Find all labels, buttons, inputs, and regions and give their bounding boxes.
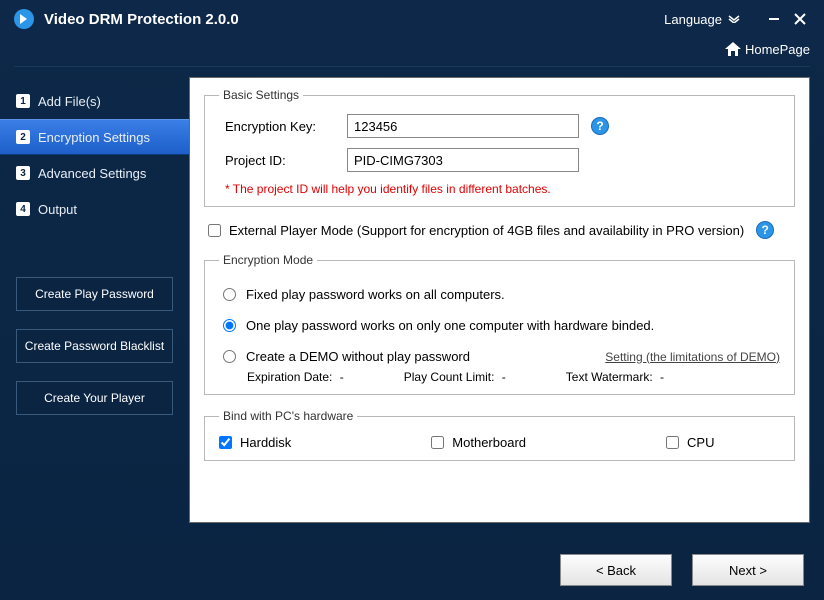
bind-cpu-label: CPU: [687, 435, 714, 450]
help-icon[interactable]: ?: [756, 221, 774, 239]
bind-hardware-legend: Bind with PC's hardware: [219, 409, 357, 423]
external-player-checkbox[interactable]: [208, 224, 221, 237]
basic-settings-group: Basic Settings Encryption Key: ? Project…: [204, 88, 795, 207]
home-bar: HomePage: [0, 38, 824, 66]
create-play-password-button[interactable]: Create Play Password: [16, 277, 173, 311]
help-icon[interactable]: ?: [591, 117, 609, 135]
play-count-value: -: [502, 370, 506, 384]
homepage-label: HomePage: [745, 42, 810, 57]
content-panel: Basic Settings Encryption Key: ? Project…: [189, 77, 810, 523]
bind-cpu-checkbox[interactable]: [666, 436, 679, 449]
demo-settings-link[interactable]: Setting (the limitations of DEMO): [605, 350, 780, 364]
create-your-player-button[interactable]: Create Your Player: [16, 381, 173, 415]
project-id-label: Project ID:: [219, 153, 347, 168]
home-icon: [725, 42, 741, 56]
app-title: Video DRM Protection 2.0.0: [44, 11, 664, 28]
bind-harddisk-checkbox[interactable]: [219, 436, 232, 449]
bind-motherboard-option[interactable]: Motherboard: [431, 435, 526, 450]
mode-one-radio[interactable]: [223, 319, 236, 332]
homepage-link[interactable]: HomePage: [725, 42, 810, 57]
encryption-key-input[interactable]: [347, 114, 579, 138]
nav-item-advanced-settings[interactable]: 3 Advanced Settings: [0, 155, 189, 191]
mode-fixed-label: Fixed play password works on all compute…: [246, 287, 505, 302]
back-button[interactable]: < Back: [560, 554, 672, 586]
encryption-mode-group: Encryption Mode Fixed play password work…: [204, 253, 795, 395]
text-watermark-label: Text Watermark:: [566, 370, 653, 384]
external-player-label: External Player Mode (Support for encryp…: [229, 223, 744, 238]
step-number: 2: [16, 130, 30, 144]
nav-label: Add File(s): [38, 94, 101, 109]
title-bar: Video DRM Protection 2.0.0 Language: [0, 0, 824, 38]
bind-motherboard-checkbox[interactable]: [431, 436, 444, 449]
language-dropdown[interactable]: Language: [664, 12, 740, 27]
project-id-hint: * The project ID will help you identify …: [219, 182, 780, 196]
expiration-date-value: -: [340, 370, 344, 384]
create-password-blacklist-button[interactable]: Create Password Blacklist: [16, 329, 173, 363]
step-number: 4: [16, 202, 30, 216]
nav-item-add-files[interactable]: 1 Add File(s): [0, 83, 189, 119]
basic-settings-legend: Basic Settings: [219, 88, 303, 102]
language-label: Language: [664, 12, 722, 27]
text-watermark-value: -: [660, 370, 664, 384]
mode-demo-label: Create a DEMO without play password: [246, 349, 470, 364]
project-id-input[interactable]: [347, 148, 579, 172]
sidebar: 1 Add File(s) 2 Encryption Settings 3 Ad…: [0, 77, 189, 523]
step-number: 3: [16, 166, 30, 180]
mode-demo-radio[interactable]: [223, 350, 236, 363]
minimize-button[interactable]: [764, 9, 784, 29]
nav-label: Advanced Settings: [38, 166, 146, 181]
play-count-label: Play Count Limit:: [404, 370, 495, 384]
bind-harddisk-label: Harddisk: [240, 435, 291, 450]
encryption-mode-legend: Encryption Mode: [219, 253, 317, 267]
bind-harddisk-option[interactable]: Harddisk: [219, 435, 291, 450]
bind-motherboard-label: Motherboard: [452, 435, 526, 450]
step-number: 1: [16, 94, 30, 108]
mode-fixed-radio[interactable]: [223, 288, 236, 301]
mode-one-label: One play password works on only one comp…: [246, 318, 654, 333]
nav-item-encryption-settings[interactable]: 2 Encryption Settings: [0, 119, 189, 155]
encryption-key-label: Encryption Key:: [219, 119, 347, 134]
app-logo-icon: [14, 9, 34, 29]
footer: < Back Next >: [0, 540, 824, 600]
nav-label: Encryption Settings: [38, 130, 150, 145]
nav-item-output[interactable]: 4 Output: [0, 191, 189, 227]
next-button[interactable]: Next >: [692, 554, 804, 586]
chevron-down-icon: [728, 15, 740, 23]
expiration-date-label: Expiration Date:: [247, 370, 332, 384]
nav-label: Output: [38, 202, 77, 217]
close-button[interactable]: [790, 9, 810, 29]
bind-cpu-option[interactable]: CPU: [666, 435, 714, 450]
bind-hardware-group: Bind with PC's hardware Harddisk Motherb…: [204, 409, 795, 461]
